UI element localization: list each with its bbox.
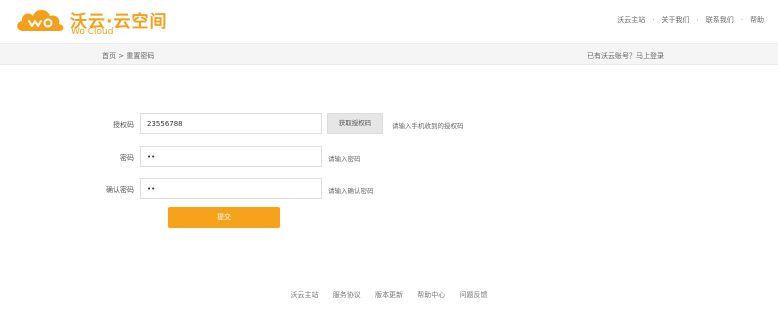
login-link[interactable]: 已有沃云账号？马上登录 [587,51,664,61]
nav-main-site[interactable]: 沃云主站 [617,16,645,24]
nav-separator: · [740,16,743,24]
top-nav: 沃云主站 · 关于我们 · 联系我们 · 帮助 [617,15,764,25]
password-input[interactable] [140,146,322,167]
footer-link-version-updates[interactable]: 版本更新 [375,291,403,299]
footer-link-help-center[interactable]: 帮助中心 [417,291,445,299]
confirm-password-input[interactable] [140,178,322,199]
auth-code-hint: 请输入手机收到的授权码 [392,122,464,130]
breadcrumb-separator: > [118,52,125,60]
auth-code-label: 授权码 [113,121,134,129]
password-hint: 请输入密码 [328,155,361,163]
password-label: 密码 [120,154,134,162]
get-auth-code-button[interactable]: 获取授权码 [327,113,383,134]
cloud-logo-icon [17,10,64,31]
footer: 沃云主站 服务协议 版本更新 帮助中心 问题反馈 [0,290,778,300]
nav-about-us[interactable]: 关于我们 [662,16,690,24]
breadcrumb-home[interactable]: 首页 [102,52,116,60]
submit-button[interactable]: 提交 [168,207,280,228]
nav-separator: · [696,16,699,24]
nav-separator: · [652,16,655,24]
auth-code-input[interactable] [140,113,322,134]
breadcrumb: 首页 > 重置密码 [102,51,154,61]
brand-subtitle: Wo Cloud [71,27,114,37]
confirm-password-label: 确认密码 [106,186,134,194]
header: 沃云·云空间 Wo Cloud 沃云主站 · 关于我们 · 联系我们 · 帮助 [0,0,778,42]
nav-help[interactable]: 帮助 [750,16,764,24]
footer-link-main-site[interactable]: 沃云主站 [291,291,319,299]
logo[interactable]: 沃云·云空间 Wo Cloud [14,6,174,38]
footer-link-service-agreement[interactable]: 服务协议 [333,291,361,299]
confirm-password-hint: 请输入确认密码 [328,187,374,195]
breadcrumb-current: 重置密码 [126,52,155,60]
footer-link-feedback[interactable]: 问题反馈 [459,291,487,299]
breadcrumb-bar: 首页 > 重置密码 已有沃云账号？马上登录 [0,43,778,65]
nav-contact-us[interactable]: 联系我们 [706,16,734,24]
